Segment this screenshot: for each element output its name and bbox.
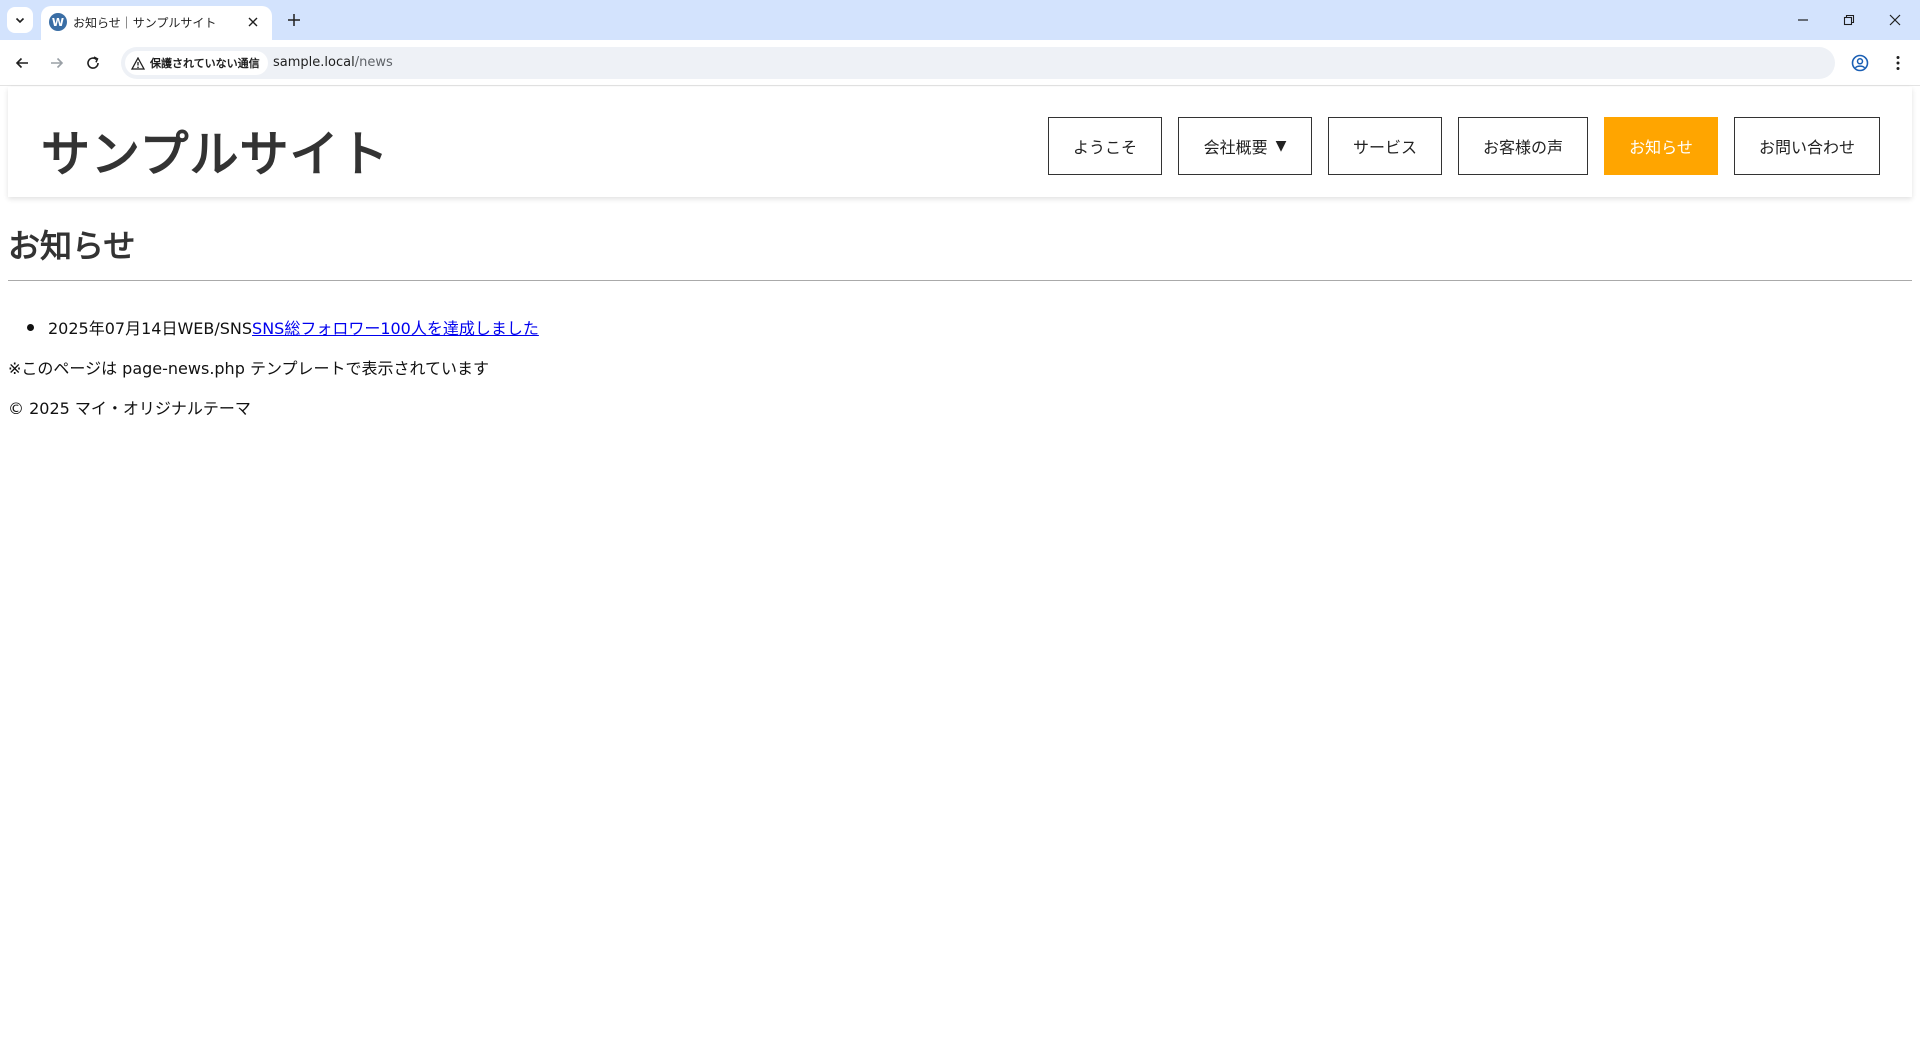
nav-item-label: お知らせ bbox=[1629, 138, 1693, 157]
nav-item-label: お問い合わせ bbox=[1758, 138, 1855, 157]
nav-item-welcome[interactable]: ようこそ bbox=[1048, 117, 1162, 175]
minimize-icon bbox=[1798, 19, 1808, 21]
profile-button[interactable] bbox=[1845, 48, 1875, 78]
nav-item-contact[interactable]: お問い合わせ bbox=[1734, 117, 1880, 175]
site-header: サンプルサイト ようこそ 会社概要 ▼ サービス お客様の声 お知らせ お問い合… bbox=[8, 87, 1912, 197]
page-viewport: サンプルサイト ようこそ 会社概要 ▼ サービス お客様の声 お知らせ お問い合… bbox=[0, 87, 1920, 1040]
address-bar[interactable]: 保護されていない通信 sample.local/news bbox=[121, 47, 1835, 79]
list-item: 2025年07月14日WEB/SNSSNS総フォロワー100人を達成しました bbox=[8, 315, 539, 339]
site-title[interactable]: サンプルサイト bbox=[41, 115, 390, 186]
close-window-icon bbox=[1889, 14, 1901, 26]
nav-item-services[interactable]: サービス bbox=[1328, 117, 1442, 175]
new-tab-button[interactable] bbox=[281, 7, 307, 33]
security-chip[interactable]: 保護されていない通信 bbox=[125, 51, 268, 75]
tab-search-button[interactable] bbox=[7, 7, 33, 33]
restore-icon bbox=[1843, 14, 1855, 26]
divider bbox=[8, 280, 1912, 281]
browser-menu-button[interactable] bbox=[1883, 48, 1913, 78]
bullet bbox=[27, 324, 34, 331]
kebab-menu-icon bbox=[1896, 56, 1900, 70]
url-path: /news bbox=[354, 55, 393, 70]
minimize-button[interactable] bbox=[1780, 0, 1826, 40]
dropdown-caret-icon: ▼ bbox=[1275, 138, 1287, 154]
reload-button[interactable] bbox=[78, 48, 108, 78]
page-title: お知らせ bbox=[8, 227, 136, 265]
wordpress-icon: W bbox=[49, 13, 67, 31]
close-window-button[interactable] bbox=[1872, 0, 1918, 40]
news-date: 2025年07月14日 bbox=[48, 319, 178, 338]
reload-icon bbox=[87, 56, 99, 69]
restore-button[interactable] bbox=[1826, 0, 1872, 40]
nav-item-label: ようこそ bbox=[1072, 138, 1137, 157]
browser-tabstrip: W お知らせ｜サンプルサイト bbox=[0, 0, 1920, 40]
tab-title: お知らせ｜サンプルサイト bbox=[73, 16, 217, 30]
news-title-link[interactable]: SNS総フォロワー100人を達成しました bbox=[252, 319, 539, 338]
profile-icon bbox=[1851, 54, 1869, 72]
security-label: 保護されていない通信 bbox=[150, 57, 260, 70]
back-icon bbox=[15, 57, 28, 69]
news-list: 2025年07月14日WEB/SNSSNS総フォロワー100人を達成しました bbox=[8, 315, 539, 339]
news-category: WEB/SNS bbox=[177, 319, 253, 338]
url-text[interactable]: sample.local/news bbox=[273, 55, 393, 70]
chevron-down-icon bbox=[15, 17, 25, 24]
url-host: sample.local bbox=[273, 55, 355, 70]
close-icon bbox=[248, 17, 258, 27]
back-button[interactable] bbox=[7, 48, 37, 78]
nav-item-label: お客様の声 bbox=[1482, 138, 1563, 157]
footer-copyright: © 2025 マイ・オリジナルテーマ bbox=[8, 399, 251, 418]
warning-icon bbox=[131, 56, 145, 70]
forward-button[interactable] bbox=[42, 48, 72, 78]
close-tab-button[interactable] bbox=[243, 12, 263, 32]
forward-icon bbox=[51, 57, 64, 69]
nav-item-label: 会社概要 bbox=[1203, 138, 1268, 157]
plus-icon bbox=[288, 14, 300, 26]
browser-tab-active[interactable]: W お知らせ｜サンプルサイト bbox=[41, 6, 272, 40]
nav-item-news[interactable]: お知らせ bbox=[1604, 117, 1718, 175]
nav-item-company[interactable]: 会社概要 ▼ bbox=[1178, 117, 1312, 175]
nav-item-label: サービス bbox=[1352, 138, 1417, 157]
browser-toolbar: 保護されていない通信 sample.local/news bbox=[0, 40, 1920, 86]
template-note: ※このページは page-news.php テンプレートで表示されています bbox=[8, 359, 489, 378]
nav-item-testimonials[interactable]: お客様の声 bbox=[1458, 117, 1588, 175]
